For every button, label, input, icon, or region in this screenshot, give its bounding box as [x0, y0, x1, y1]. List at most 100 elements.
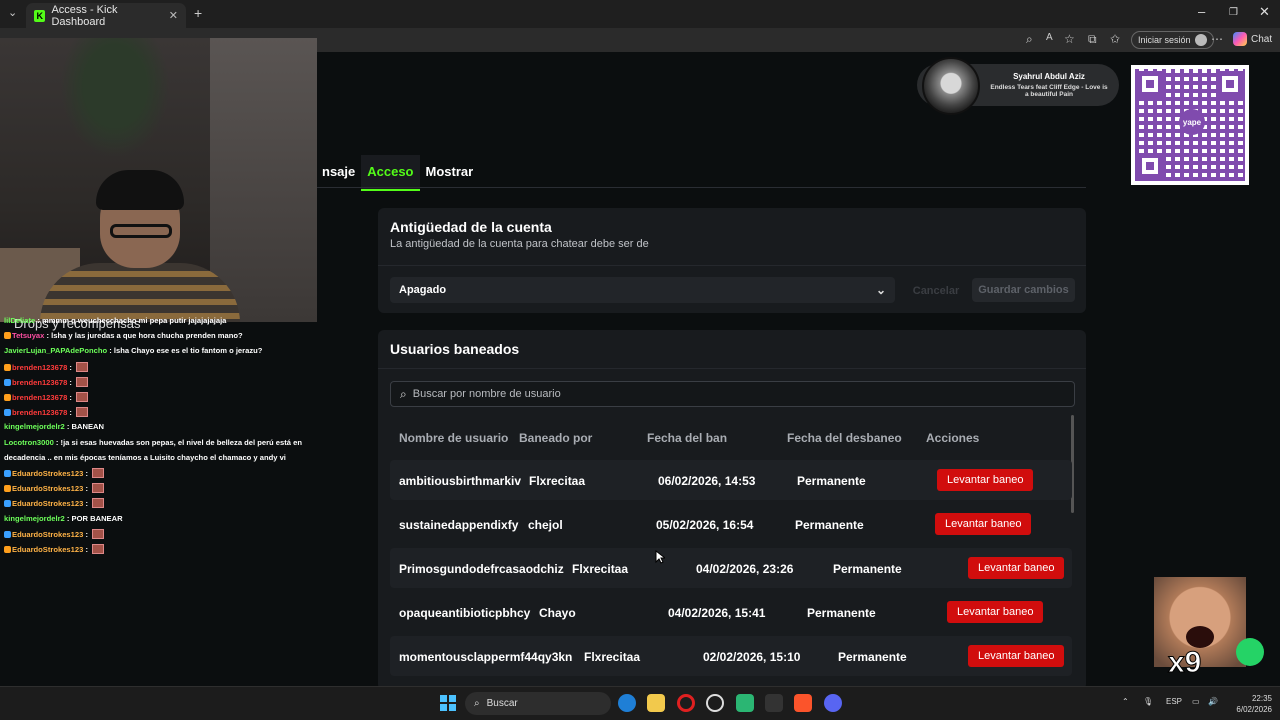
chevron-down-icon: ⌄	[875, 283, 886, 297]
chat-username: Tetsuyax	[12, 331, 45, 341]
col-banned-by: Baneado por	[519, 431, 593, 445]
browser-tab[interactable]: K Access - Kick Dashboard ✕	[26, 3, 186, 28]
minimize-icon[interactable]: –	[1198, 4, 1205, 19]
unban-button[interactable]: Levantar baneo	[968, 557, 1065, 579]
tab-message[interactable]: nsaje	[316, 155, 361, 191]
row-unban-date: Permanente	[795, 518, 864, 532]
close-tab-icon[interactable]: ✕	[169, 9, 178, 22]
tray-chevron-icon[interactable]: ⌃	[1122, 697, 1129, 706]
chat-username: EduardoStrokes123	[12, 469, 84, 478]
volume-icon[interactable]: 🔊	[1208, 697, 1218, 706]
copilot-chat-button[interactable]: Chat	[1233, 32, 1272, 46]
signin-button[interactable]: Iniciar sesión	[1131, 31, 1214, 49]
opera-icon[interactable]	[677, 694, 695, 712]
unban-button[interactable]: Levantar baneo	[947, 601, 1044, 623]
copilot-icon	[1233, 32, 1247, 46]
epic-games-icon[interactable]	[765, 694, 783, 712]
chat-badge-icon	[4, 394, 11, 401]
zoom-icon[interactable]: ⌕	[1026, 32, 1033, 47]
tab-access[interactable]: Acceso	[361, 155, 420, 191]
app-icon[interactable]	[736, 694, 754, 712]
windows-start-icon[interactable]	[440, 695, 456, 711]
read-aloud-icon[interactable]: A	[1046, 32, 1053, 43]
brave-icon[interactable]	[794, 694, 812, 712]
cancel-button[interactable]: Cancelar	[905, 279, 967, 303]
tab-show[interactable]: Mostrar	[420, 155, 480, 191]
favorite-star-icon[interactable]: ☆	[1064, 32, 1075, 46]
search-icon: ⌕	[400, 386, 407, 401]
chat-message: brenden123678 :	[4, 392, 89, 402]
mouse-cursor-icon	[655, 550, 665, 564]
chat-username: kingelmejordelr2	[4, 422, 65, 432]
row-username: momentousclappermf44qy3kn	[399, 650, 573, 664]
chat-badge-icon	[4, 378, 11, 386]
select-value: Apagado	[399, 284, 447, 296]
chat-text: lsha y las juredas a que hora chucha pre…	[51, 331, 243, 341]
obs-icon[interactable]	[706, 694, 724, 712]
row-banned-by: chejol	[528, 518, 563, 532]
account-age-title: Antigüedad de la cuenta	[390, 219, 552, 235]
signin-label: Iniciar sesión	[1138, 35, 1191, 45]
chat-separator: :	[53, 437, 61, 447]
extensions-icon[interactable]: ⧉	[1088, 32, 1097, 47]
chat-separator: :	[67, 408, 75, 418]
tabs-divider	[316, 187, 1086, 188]
chat-separator: :	[67, 362, 75, 372]
webcam-person-body	[40, 263, 240, 322]
unban-button[interactable]: Levantar baneo	[937, 469, 1034, 491]
tab-list-icon[interactable]: ⌄	[8, 6, 17, 19]
row-unban-date: Permanente	[807, 606, 876, 620]
search-users-field[interactable]: ⌕	[390, 381, 1075, 407]
row-username: Primosgundodefrcasaodchiz	[399, 562, 564, 576]
chat-separator: :	[83, 469, 91, 478]
new-tab-icon[interactable]: +	[194, 5, 202, 21]
file-explorer-icon[interactable]	[647, 694, 665, 712]
yape-logo: yape	[1179, 109, 1205, 135]
network-icon[interactable]: ▭	[1192, 697, 1200, 706]
language-indicator[interactable]: ESP	[1166, 697, 1182, 706]
chat-badge-icon	[4, 485, 11, 493]
chat-message: EduardoStrokes123 :	[4, 528, 105, 539]
chat-text: mmmm q weuchecchacho mi pepa putir jajaj…	[41, 316, 227, 325]
favorites-icon[interactable]: ✩	[1110, 32, 1120, 46]
account-age-subtitle: La antigüedad de la cuenta para chatear …	[390, 238, 649, 250]
close-window-icon[interactable]: ✕	[1259, 4, 1270, 20]
chat-message: lilDeliate : mmmm q weuchecchacho mi pep…	[4, 316, 226, 325]
edge-icon[interactable]	[618, 694, 636, 712]
discord-icon[interactable]	[824, 694, 842, 712]
card-divider	[378, 265, 1086, 266]
chat-message: EduardoStrokes123 :	[4, 544, 105, 554]
chat-message: EduardoStrokes123 :	[4, 468, 105, 478]
chat-message: EduardoStrokes123 :	[4, 483, 105, 494]
unban-button[interactable]: Levantar baneo	[935, 513, 1032, 535]
chat-separator: :	[67, 377, 75, 387]
chat-username: JavierLujan_PAPAdePoncho	[4, 346, 108, 356]
chat-separator: :	[107, 346, 114, 356]
microphone-icon[interactable]: 🎙	[1143, 697, 1153, 706]
chat-message: Locotron3000 : !ja si esas huevadas son …	[4, 438, 302, 447]
chat-message: brenden123678 :	[4, 376, 89, 387]
chat-message: JavierLujan_PAPAdePoncho : lsha Chayo es…	[4, 346, 262, 355]
clock-time: 22:35	[1251, 694, 1272, 703]
col-username: Nombre de usuario	[399, 431, 509, 445]
account-age-select[interactable]: Apagado ⌄	[390, 277, 895, 303]
chat-text: decadencia .. en mis épocas teníamos a L…	[4, 452, 286, 462]
unban-button[interactable]: Levantar baneo	[968, 645, 1065, 667]
taskbar-search[interactable]: ⌕ Buscar	[465, 692, 611, 715]
meme-mouth	[1186, 626, 1214, 648]
save-changes-button[interactable]: Guardar cambios	[972, 278, 1075, 302]
col-actions: Acciones	[926, 431, 980, 445]
row-ban-date: 02/02/2026, 15:10	[703, 650, 801, 664]
col-unban-date: Fecha del desbaneo	[787, 431, 902, 445]
maximize-icon[interactable]: ❐	[1229, 7, 1238, 18]
search-icon: ⌕	[474, 698, 480, 709]
chat-label: Chat	[1251, 33, 1273, 45]
chat-emote-icon	[76, 407, 89, 418]
more-menu-icon[interactable]: ⋯	[1211, 32, 1223, 46]
chat-message: kingelmejordelr2 : BANEAN	[4, 422, 104, 431]
search-input[interactable]	[412, 388, 1013, 400]
taskbar-clock[interactable]: 22:35 6/02/2026	[1228, 693, 1272, 715]
chat-username: brenden123678	[12, 393, 68, 402]
album-disc-icon	[922, 57, 980, 115]
webcam-person-glasses	[110, 224, 172, 238]
